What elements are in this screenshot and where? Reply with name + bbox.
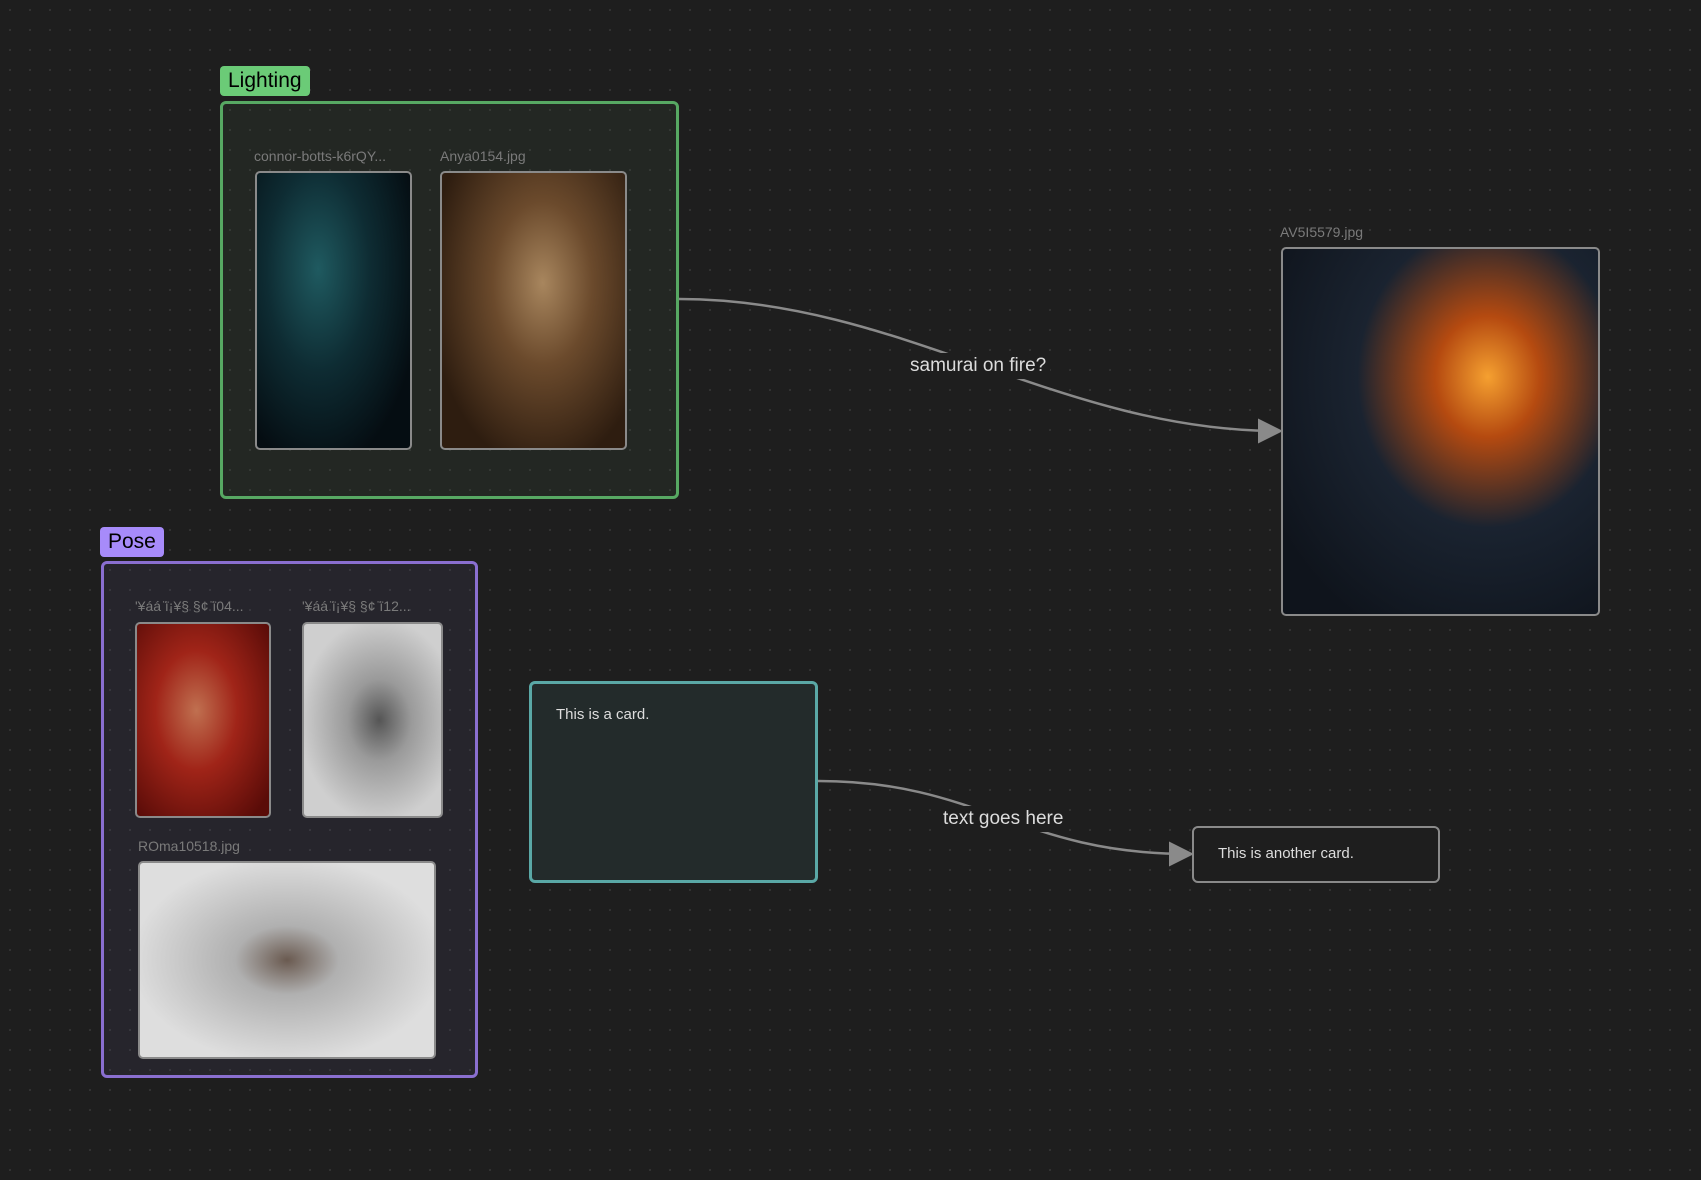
card-text: This is another card. bbox=[1218, 845, 1354, 862]
text-card-2[interactable]: This is another card. bbox=[1192, 826, 1440, 883]
edge-label-2[interactable]: text goes here bbox=[939, 806, 1068, 832]
image-connor[interactable] bbox=[255, 171, 412, 450]
edge-label-1[interactable]: samurai on fire? bbox=[906, 353, 1051, 379]
image-anya[interactable] bbox=[440, 171, 627, 450]
file-label-samurai: AV5I5579.jpg bbox=[1280, 224, 1364, 240]
file-label-pose2: '¥áá ̈ï¡¥§ §¢ ̈ï12... bbox=[302, 598, 411, 614]
image-samurai[interactable] bbox=[1281, 247, 1600, 616]
file-label-connor: connor-botts-k6rQY... bbox=[254, 148, 387, 164]
image-pose2[interactable] bbox=[302, 622, 443, 818]
group-label-pose[interactable]: Pose bbox=[100, 527, 164, 557]
text-card-1[interactable]: This is a card. bbox=[529, 681, 818, 883]
file-label-roma: ROma10518.jpg bbox=[138, 838, 240, 854]
card-text: This is a card. bbox=[556, 706, 650, 723]
image-pose1[interactable] bbox=[135, 622, 271, 818]
group-label-lighting[interactable]: Lighting bbox=[220, 66, 310, 96]
image-roma[interactable] bbox=[138, 861, 436, 1059]
file-label-anya: Anya0154.jpg bbox=[440, 148, 526, 164]
file-label-pose1: '¥áá ̈ï¡¥§ §¢ ̈ï04... bbox=[135, 598, 244, 614]
